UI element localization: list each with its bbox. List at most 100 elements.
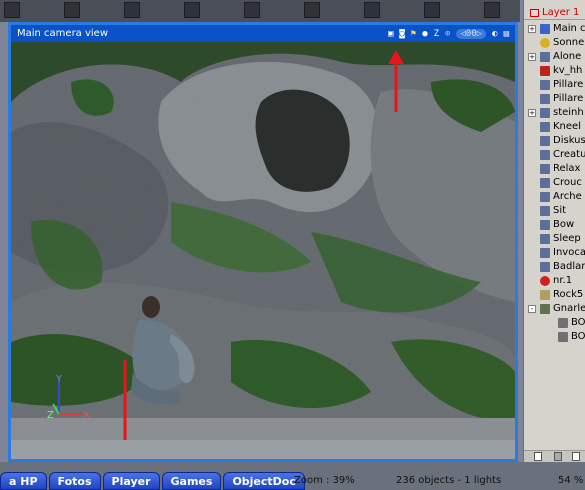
figure-icon (540, 52, 550, 62)
taskbar-tab[interactable]: ObjectDoc (223, 472, 305, 490)
tree-item-label: BO (571, 317, 585, 328)
hair-icon (540, 66, 550, 76)
flag-icon[interactable]: ⚑ (411, 29, 416, 39)
tree-item[interactable]: BO (524, 330, 585, 344)
layer-header[interactable]: Layer 1 (524, 0, 585, 20)
viewport-controls: ▣ ◙ ⚑ ● Z ⊕ ◁00▷ ◐ ▤ (388, 26, 509, 41)
figure-icon (540, 136, 550, 146)
tree-item-label: Crouc (553, 177, 582, 188)
layer-panel: Layer 1 + Main c Sonne + Alone kv_hh Pillare Pi… (523, 0, 585, 462)
tree-item-label: Diskus (553, 135, 585, 146)
camera-viewport[interactable]: Main camera view ▣ ◙ ⚑ ● Z ⊕ ◁00▷ ◐ ▤ Y … (8, 22, 518, 462)
3d-scene[interactable]: Y X Z (11, 42, 515, 440)
expand-icon[interactable]: + (528, 109, 536, 117)
figure-icon (540, 108, 550, 118)
taskbar-tabs: a HP Fotos Player Games ObjectDoc (0, 472, 307, 490)
tree-item-label: Sonne (553, 37, 585, 48)
toolbar-button[interactable] (304, 2, 320, 18)
tree-item-label: nr.1 (553, 275, 573, 286)
figure-icon (540, 80, 550, 90)
top-toolbar (0, 0, 520, 22)
layer-icon (530, 8, 539, 17)
toolbar-button[interactable] (484, 2, 500, 18)
tree-item[interactable]: Crouc (524, 176, 585, 190)
tree-item[interactable]: - Gnarle (524, 302, 585, 316)
tree-item[interactable]: Bow (524, 218, 585, 232)
zoom-icon[interactable]: ⊕ (445, 29, 450, 39)
tree-item-label: Rock5 (553, 289, 584, 300)
tree-item-label: BO (571, 331, 585, 342)
tree-item[interactable]: Invoca (524, 246, 585, 260)
tree-item[interactable]: Sit (524, 204, 585, 218)
tree-item[interactable]: Sleep (524, 232, 585, 246)
figure-icon (540, 150, 550, 160)
tree-item[interactable]: Pillare (524, 78, 585, 92)
viewport-title: Main camera view (17, 28, 109, 39)
camera-icon[interactable]: ◙ (399, 29, 404, 39)
tree-item[interactable]: + Alone (524, 50, 585, 64)
tree-item-label: kv_hh (553, 65, 583, 76)
frame-navigator[interactable]: ◁00▷ (456, 28, 487, 39)
no-entry-icon (540, 276, 550, 286)
tree-item[interactable]: Creatu (524, 148, 585, 162)
toolbar-button[interactable] (184, 2, 200, 18)
contrast-icon[interactable]: ◐ (492, 29, 497, 39)
render-icon[interactable]: ▣ (388, 29, 393, 39)
figure-icon (540, 206, 550, 216)
tree-item[interactable]: Kneel (524, 120, 585, 134)
svg-text:Z: Z (47, 410, 54, 421)
toolbar-button[interactable] (364, 2, 380, 18)
svg-text:Y: Y (55, 374, 63, 385)
tree-item[interactable]: + Main c (524, 22, 585, 36)
expand-icon[interactable]: + (528, 25, 536, 33)
figure-icon (540, 192, 550, 202)
toolbar-button[interactable] (4, 2, 20, 18)
taskbar-tab[interactable]: Fotos (48, 472, 101, 490)
properties-icon[interactable] (572, 452, 580, 461)
figure-icon (540, 178, 550, 188)
expand-icon[interactable]: + (528, 53, 536, 61)
layer-label: Layer 1 (542, 7, 580, 18)
tree-item-label: Sit (553, 205, 567, 216)
tree-item-label: Gnarle (553, 303, 585, 314)
camera-icon (540, 24, 550, 34)
tree-item-label: Creatu (553, 149, 585, 160)
tree-item[interactable]: Rock5 (524, 288, 585, 302)
collapse-icon[interactable]: - (528, 305, 536, 313)
toolbar-button[interactable] (124, 2, 140, 18)
tree-item[interactable]: Sonne (524, 36, 585, 50)
status-bar: a HP Fotos Player Games ObjectDoc Zoom : 39%… (0, 462, 585, 490)
taskbar-tab[interactable]: Player (102, 472, 160, 490)
tree-icon (540, 304, 550, 314)
toolbar-button[interactable] (424, 2, 440, 18)
figure-icon (540, 94, 550, 104)
tree-item[interactable]: Pillare (524, 92, 585, 106)
dot-icon[interactable]: ● (422, 29, 427, 39)
tree-item[interactable]: nr.1 (524, 274, 585, 288)
toolbar-button[interactable] (244, 2, 260, 18)
bone-icon (558, 318, 568, 328)
svg-text:X: X (83, 410, 90, 421)
new-item-icon[interactable] (534, 452, 542, 461)
figure-icon (540, 220, 550, 230)
toolbar-button[interactable] (64, 2, 80, 18)
tree-item[interactable]: BO (524, 316, 585, 330)
tree-item[interactable]: Relax (524, 162, 585, 176)
figure-icon (540, 122, 550, 132)
tree-item[interactable]: + steinh (524, 106, 585, 120)
delete-icon[interactable] (554, 452, 562, 461)
tree-item-label: Invoca (553, 247, 585, 258)
taskbar-tab[interactable]: a HP (0, 472, 47, 490)
tree-item[interactable]: Diskus (524, 134, 585, 148)
tree-item[interactable]: Badlar (524, 260, 585, 274)
taskbar-tab[interactable]: Games (161, 472, 222, 490)
tree-item[interactable]: Arche (524, 190, 585, 204)
z-icon[interactable]: Z (434, 29, 439, 39)
scene-tree: + Main c Sonne + Alone kv_hh Pillare Pillare + st… (524, 20, 585, 344)
tree-item-label: Relax (553, 163, 581, 174)
progress-percent: 54 % (558, 475, 584, 486)
save-icon[interactable]: ▤ (504, 29, 509, 39)
tree-item[interactable]: kv_hh (524, 64, 585, 78)
figure-icon (540, 248, 550, 258)
tree-item-label: Sleep (553, 233, 581, 244)
